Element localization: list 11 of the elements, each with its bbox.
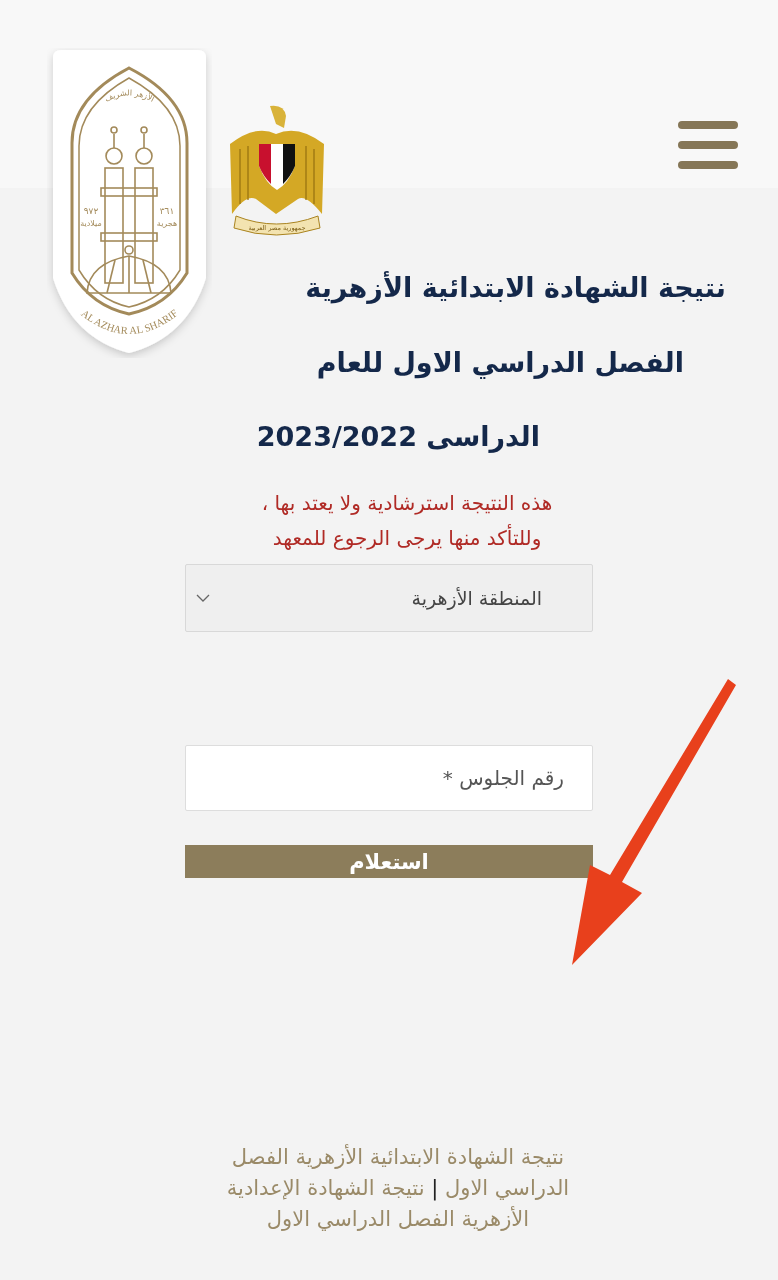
notice-text: وللتأكد منها يرجى الرجوع للمعهد (272, 523, 542, 552)
footer-links[interactable]: نتيجة الشهادة الابتدائية الأزهرية الفصل الدراسي الاول | نتيجة الشهادة الإعدادية الأزهرية الفصل الدراسي الاول (213, 1142, 583, 1235)
page-title: الفصل الدراسي الاول للعام (316, 347, 684, 378)
seat-number-field[interactable]: رقم الجلوس * (185, 745, 593, 811)
chevron-down-icon (196, 593, 210, 603)
menu-icon[interactable] (678, 121, 738, 169)
page-title: نتيجة الشهادة الابتدائية الأزهرية (305, 272, 726, 303)
notice-text: هذه النتيجة استرشادية ولا يعتد بها ، (261, 490, 553, 517)
submit-button[interactable]: استعلام (185, 845, 593, 878)
region-select[interactable]: المنطقة الأزهرية (185, 564, 593, 632)
page-title: الدراسى 2023/2022 (256, 421, 540, 452)
